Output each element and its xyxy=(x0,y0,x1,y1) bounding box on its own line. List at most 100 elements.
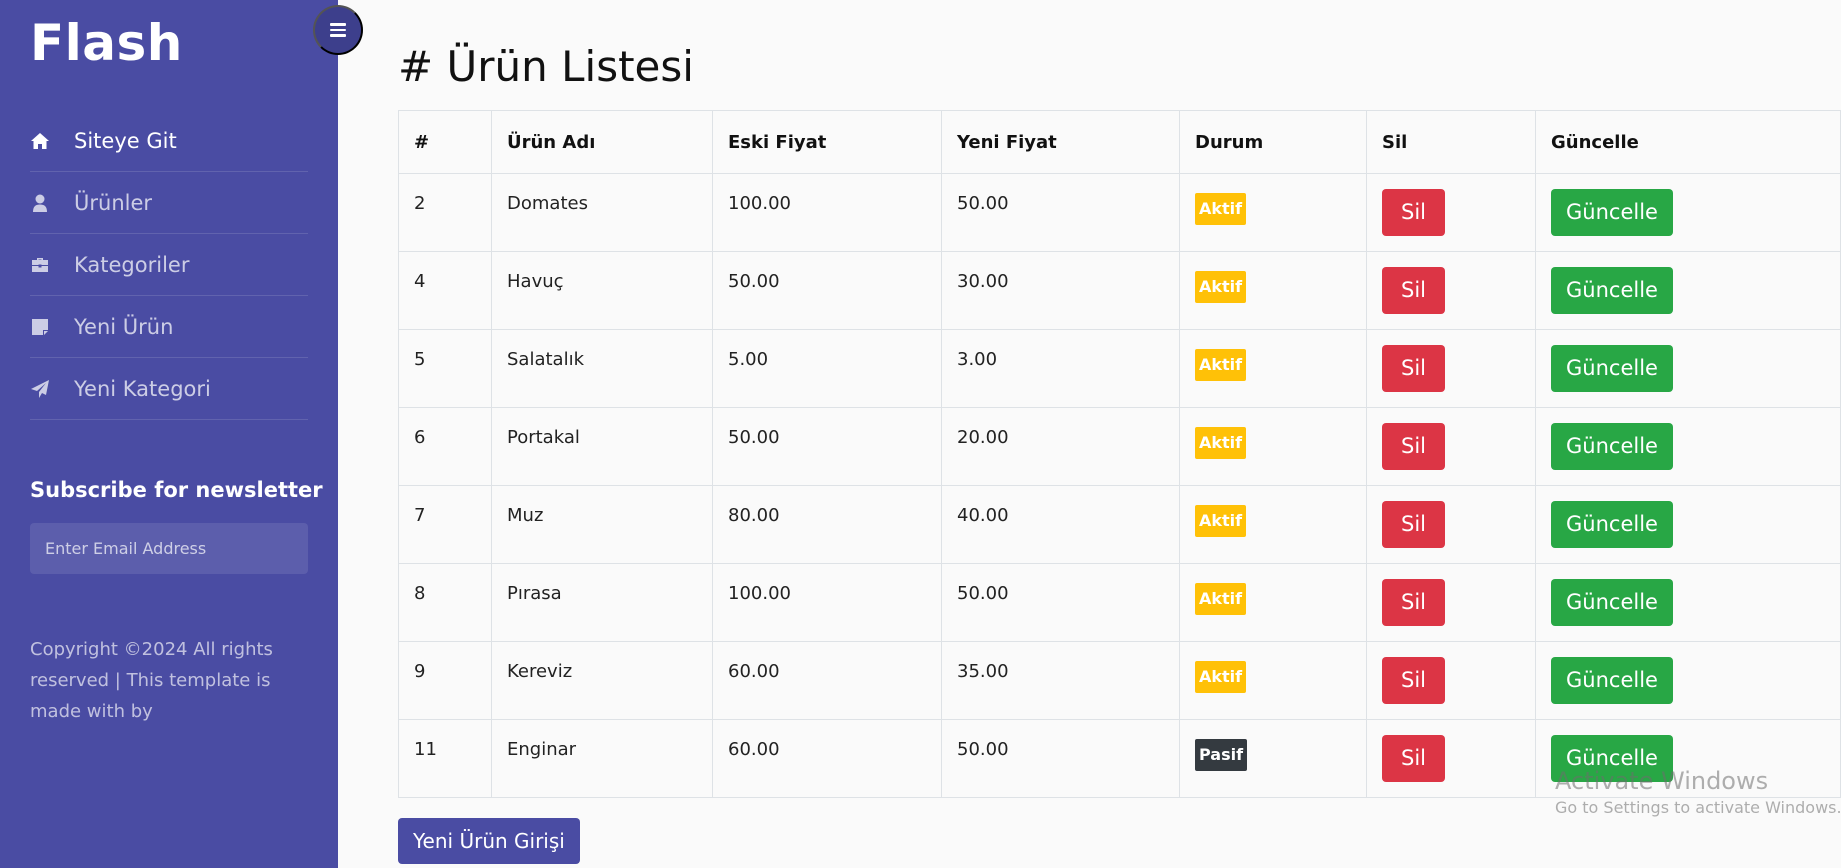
table-row: 7 Muz 80.00 40.00 Aktif Sil Güncelle xyxy=(398,485,1841,564)
cell-status: Aktif xyxy=(1179,329,1367,408)
cell-product-name: Kereviz xyxy=(491,641,713,720)
windows-activation-watermark: Activate Windows Go to Settings to activ… xyxy=(1555,766,1841,820)
sidebar-toggle-button[interactable] xyxy=(313,5,363,55)
status-badge: Pasif xyxy=(1195,739,1248,771)
column-header: Eski Fiyat xyxy=(712,110,942,174)
cell-old-price: 5.00 xyxy=(712,329,942,408)
sidebar-item-siteye-git[interactable]: Siteye Git xyxy=(30,110,308,172)
sticky-note-icon xyxy=(30,317,50,337)
cell-old-price: 60.00 xyxy=(712,641,942,720)
column-header: Güncelle xyxy=(1535,110,1841,174)
status-badge: Aktif xyxy=(1195,583,1247,615)
cell-old-price: 100.00 xyxy=(712,563,942,642)
cell-status: Aktif xyxy=(1179,173,1367,252)
cell-delete: Sil xyxy=(1366,329,1536,408)
update-button[interactable]: Güncelle xyxy=(1551,345,1673,392)
sidebar-item-label: Yeni Kategori xyxy=(74,376,211,401)
sidebar-item-label: Siteye Git xyxy=(74,128,177,153)
watermark-title: Activate Windows xyxy=(1555,767,1769,795)
user-icon xyxy=(30,193,50,213)
cell-new-price: 3.00 xyxy=(941,329,1180,408)
delete-button[interactable]: Sil xyxy=(1382,189,1445,236)
sidebar: Flash Siteye Git Ürünler Kategoriler Yen… xyxy=(0,0,338,868)
cell-id: 7 xyxy=(398,485,492,564)
cell-old-price: 50.00 xyxy=(712,251,942,330)
cell-update: Güncelle xyxy=(1535,563,1841,642)
paper-plane-icon xyxy=(30,379,50,399)
cell-product-name: Enginar xyxy=(491,719,713,798)
sidebar-item-urunler[interactable]: Ürünler xyxy=(30,172,308,234)
sidebar-item-kategoriler[interactable]: Kategoriler xyxy=(30,234,308,296)
column-header: Ürün Adı xyxy=(491,110,713,174)
home-icon xyxy=(30,131,50,151)
cell-id: 8 xyxy=(398,563,492,642)
product-table: # Ürün Adı Eski Fiyat Yeni Fiyat Durum S… xyxy=(398,110,1841,798)
table-row: 5 Salatalık 5.00 3.00 Aktif Sil Güncelle xyxy=(398,329,1841,408)
update-button[interactable]: Güncelle xyxy=(1551,267,1673,314)
cell-product-name: Portakal xyxy=(491,407,713,486)
cell-update: Güncelle xyxy=(1535,173,1841,252)
brand-logo[interactable]: Flash xyxy=(30,14,183,72)
cell-update: Güncelle xyxy=(1535,407,1841,486)
cell-new-price: 35.00 xyxy=(941,641,1180,720)
update-button[interactable]: Güncelle xyxy=(1551,501,1673,548)
delete-button[interactable]: Sil xyxy=(1382,579,1445,626)
update-button[interactable]: Güncelle xyxy=(1551,579,1673,626)
sidebar-item-label: Kategoriler xyxy=(74,252,190,277)
cell-old-price: 80.00 xyxy=(712,485,942,564)
cell-id: 4 xyxy=(398,251,492,330)
update-button[interactable]: Güncelle xyxy=(1551,423,1673,470)
table-row: 9 Kereviz 60.00 35.00 Aktif Sil Güncelle xyxy=(398,641,1841,720)
status-badge: Aktif xyxy=(1195,661,1247,693)
cell-status: Aktif xyxy=(1179,641,1367,720)
cell-old-price: 50.00 xyxy=(712,407,942,486)
status-badge: Aktif xyxy=(1195,427,1247,459)
update-button[interactable]: Güncelle xyxy=(1551,189,1673,236)
sidebar-item-yeni-urun[interactable]: Yeni Ürün xyxy=(30,296,308,358)
cell-product-name: Domates xyxy=(491,173,713,252)
status-badge: Aktif xyxy=(1195,271,1247,303)
delete-button[interactable]: Sil xyxy=(1382,267,1445,314)
update-button[interactable]: Güncelle xyxy=(1551,657,1673,704)
hamburger-icon xyxy=(330,23,346,37)
page-title: # Ürün Listesi xyxy=(398,42,694,91)
cell-id: 9 xyxy=(398,641,492,720)
cell-delete: Sil xyxy=(1366,719,1536,798)
cell-product-name: Pırasa xyxy=(491,563,713,642)
delete-button[interactable]: Sil xyxy=(1382,501,1445,548)
cell-product-name: Salatalık xyxy=(491,329,713,408)
cell-update: Güncelle xyxy=(1535,485,1841,564)
sidebar-item-label: Yeni Ürün xyxy=(74,314,174,339)
delete-button[interactable]: Sil xyxy=(1382,423,1445,470)
table-row: 4 Havuç 50.00 30.00 Aktif Sil Güncelle xyxy=(398,251,1841,330)
cell-status: Aktif xyxy=(1179,407,1367,486)
cell-delete: Sil xyxy=(1366,251,1536,330)
delete-button[interactable]: Sil xyxy=(1382,735,1445,782)
sidebar-item-yeni-kategori[interactable]: Yeni Kategori xyxy=(30,358,308,420)
cell-new-price: 50.00 xyxy=(941,719,1180,798)
delete-button[interactable]: Sil xyxy=(1382,657,1445,704)
status-badge: Aktif xyxy=(1195,505,1247,537)
new-product-button[interactable]: Yeni Ürün Girişi xyxy=(398,818,580,864)
cell-id: 5 xyxy=(398,329,492,408)
status-badge: Aktif xyxy=(1195,349,1247,381)
table-header-row: # Ürün Adı Eski Fiyat Yeni Fiyat Durum S… xyxy=(398,110,1841,174)
cell-id: 6 xyxy=(398,407,492,486)
briefcase-icon xyxy=(30,255,50,275)
cell-new-price: 20.00 xyxy=(941,407,1180,486)
cell-id: 2 xyxy=(398,173,492,252)
sidebar-nav: Siteye Git Ürünler Kategoriler Yeni Ürün… xyxy=(30,110,308,420)
delete-button[interactable]: Sil xyxy=(1382,345,1445,392)
table-row: 8 Pırasa 100.00 50.00 Aktif Sil Güncelle xyxy=(398,563,1841,642)
cell-status: Aktif xyxy=(1179,485,1367,564)
cell-delete: Sil xyxy=(1366,407,1536,486)
newsletter-title: Subscribe for newsletter xyxy=(30,478,323,502)
cell-product-name: Muz xyxy=(491,485,713,564)
newsletter-email-input[interactable] xyxy=(30,523,308,574)
sidebar-item-label: Ürünler xyxy=(74,190,153,215)
cell-new-price: 50.00 xyxy=(941,173,1180,252)
cell-old-price: 60.00 xyxy=(712,719,942,798)
column-header: Sil xyxy=(1366,110,1536,174)
cell-delete: Sil xyxy=(1366,173,1536,252)
cell-status: Aktif xyxy=(1179,563,1367,642)
